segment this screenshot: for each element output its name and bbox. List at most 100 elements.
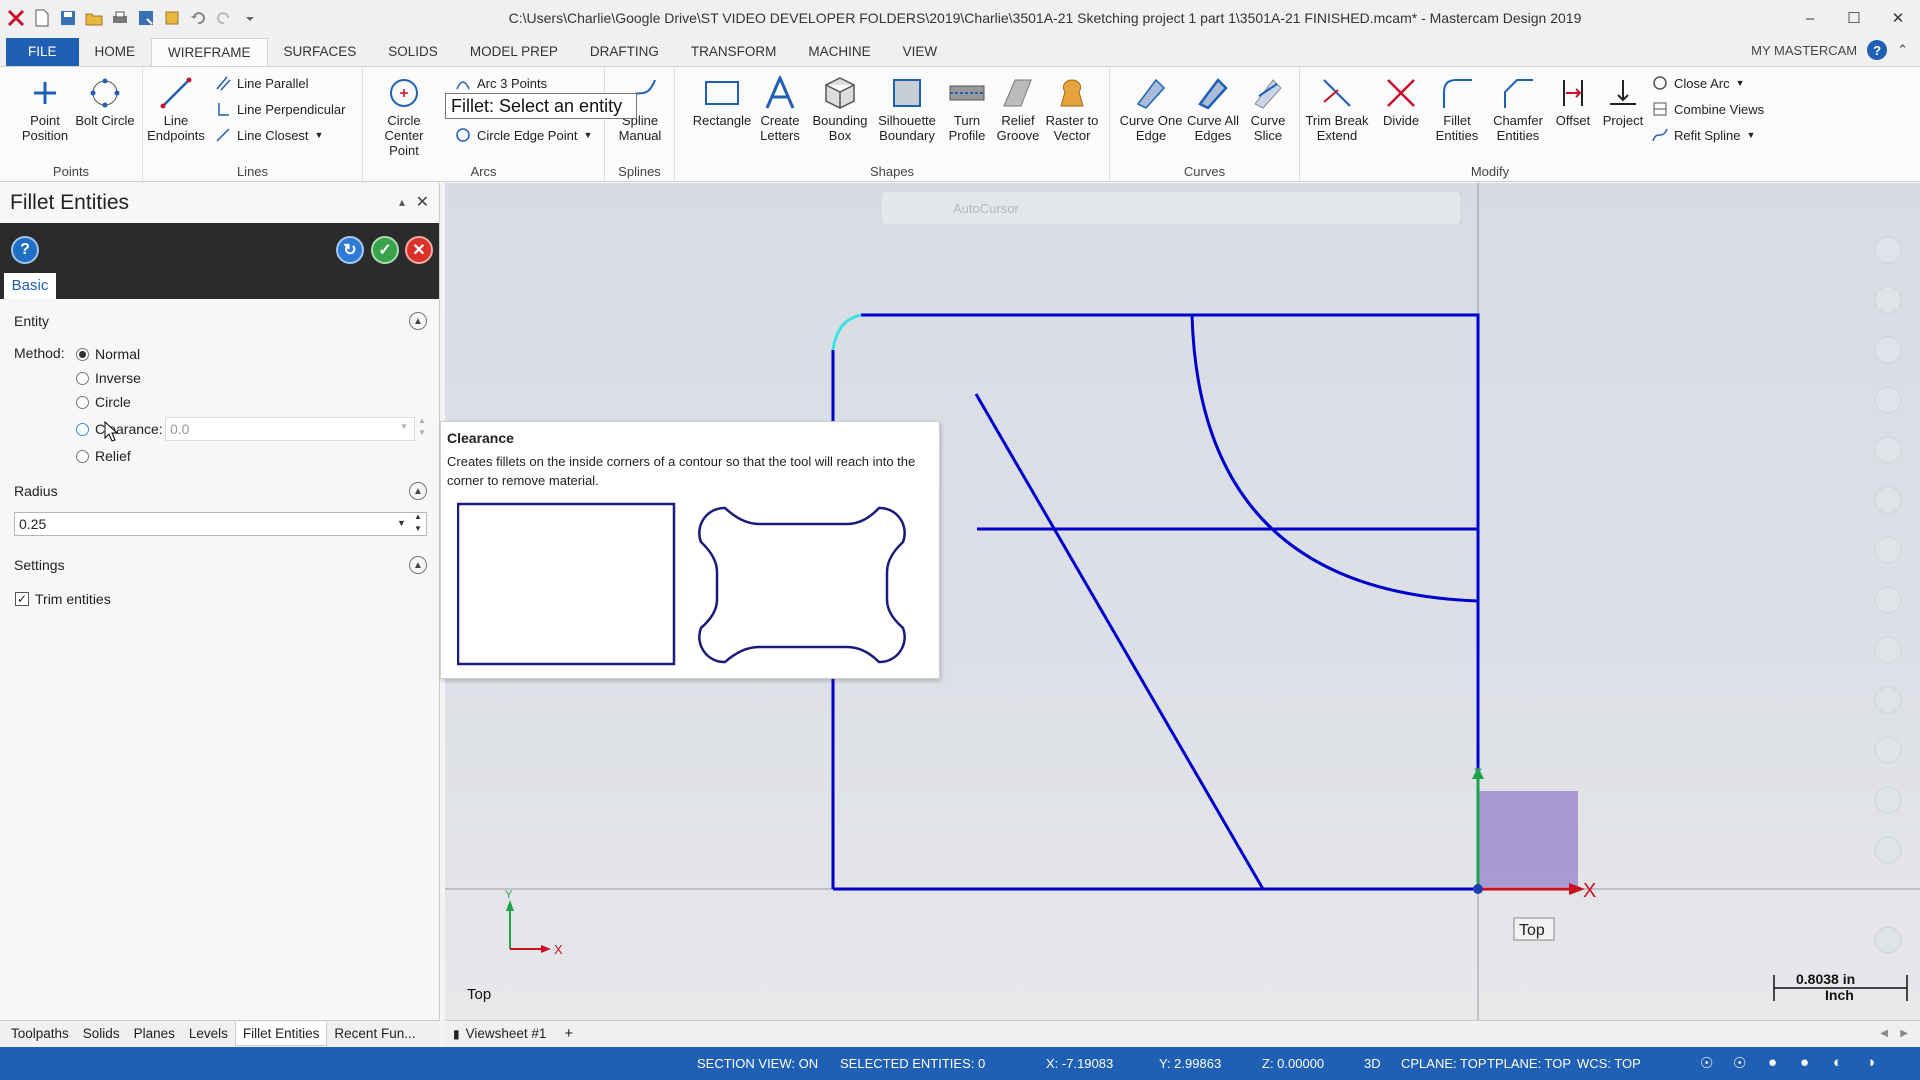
rectangle-button[interactable]: Rectangle (689, 73, 755, 128)
viewsheet-tab[interactable]: ▮ Viewsheet #1 (453, 1026, 546, 1041)
method-inverse-radio[interactable]: Inverse (76, 370, 141, 386)
entity-section-header[interactable]: Entity ▲ (0, 306, 439, 336)
point-position-button[interactable]: Point Position (12, 73, 78, 143)
levels-icon[interactable] (1874, 736, 1902, 764)
save-icon[interactable] (58, 8, 78, 28)
tab-file[interactable]: FILE (6, 38, 79, 66)
curve-slice-button[interactable]: Curve Slice (1235, 73, 1301, 143)
diagonal-line[interactable] (974, 393, 1265, 890)
method-relief-radio[interactable]: Relief (76, 448, 131, 464)
scroll-left-icon[interactable]: ◀ (1880, 1028, 1888, 1039)
bolt-circle-button[interactable]: Bolt Circle (72, 73, 138, 128)
dropdown-arrow-icon[interactable]: ▼ (400, 422, 408, 431)
tab-wireframe[interactable]: WIREFRAME (151, 38, 268, 66)
arc-3-points-button[interactable]: Arc 3 Points (455, 75, 547, 91)
panel-close-icon[interactable]: ✕ (416, 192, 429, 212)
fit-icon[interactable] (1874, 336, 1902, 364)
translucency-icon[interactable]: ◐ (1833, 1054, 1842, 1071)
tab-solids-manager[interactable]: Solids (76, 1022, 127, 1046)
customize-qat-icon[interactable] (240, 8, 260, 28)
undo-icon[interactable] (188, 8, 208, 28)
tab-fillet-entities[interactable]: Fillet Entities (234, 1021, 328, 1046)
raster-to-vector-button[interactable]: Raster to Vector (1039, 73, 1105, 143)
tab-toolpaths[interactable]: Toolpaths (4, 1022, 76, 1046)
tab-levels[interactable]: Levels (182, 1022, 235, 1046)
shade-icon[interactable] (1874, 586, 1902, 614)
tab-recent-functions[interactable]: Recent Fun... (327, 1022, 422, 1046)
display-options-icon[interactable]: ◑ (1866, 1054, 1875, 1071)
pan-icon[interactable] (1874, 436, 1902, 464)
redo-icon[interactable] (214, 8, 234, 28)
new-file-icon[interactable] (32, 8, 52, 28)
trim-entities-checkbox[interactable]: ✓ Trim entities (15, 591, 111, 607)
circle-edge-point-button[interactable]: Circle Edge Point ▼ (455, 127, 592, 143)
settings-section-header[interactable]: Settings ▲ (0, 550, 439, 580)
tab-solids[interactable]: SOLIDS (372, 38, 454, 66)
settings-gear-icon[interactable] (1874, 836, 1902, 864)
zoom-in-icon[interactable] (1874, 236, 1902, 264)
tab-view[interactable]: VIEW (887, 38, 954, 66)
circle-center-point-button[interactable]: Circle Center Point (371, 73, 437, 158)
tab-home[interactable]: HOME (79, 38, 152, 66)
measure-icon[interactable] (1874, 486, 1902, 514)
close-icon[interactable]: ✕ (1876, 0, 1920, 36)
help-icon[interactable]: ? (1867, 40, 1888, 60)
mode-3d-toggle[interactable]: 3D (1364, 1056, 1381, 1071)
method-circle-radio[interactable]: Circle (76, 394, 131, 410)
tab-basic[interactable]: Basic (4, 273, 56, 299)
sphere-icon[interactable]: ● (1800, 1054, 1809, 1071)
scroll-right-icon[interactable]: ▶ (1900, 1028, 1908, 1039)
tab-transform[interactable]: TRANSFORM (675, 38, 793, 66)
method-normal-radio[interactable]: Normal (76, 346, 140, 362)
close-arc-button[interactable]: Close Arc ▼ (1652, 75, 1745, 91)
add-viewsheet-icon[interactable]: + (564, 1025, 573, 1042)
cplane-status[interactable]: CPLANE: TOP (1401, 1056, 1487, 1071)
tplane-status[interactable]: TPLANE: TOP (1487, 1056, 1571, 1071)
refit-spline-button[interactable]: Refit Spline ▼ (1652, 127, 1755, 143)
ok-and-create-new-icon[interactable]: ↻ (336, 236, 364, 264)
tab-surfaces[interactable]: SURFACES (268, 38, 373, 66)
globe-wire-icon[interactable]: ☉ (1733, 1054, 1746, 1072)
curve-one-edge-button[interactable]: Curve One Edge (1118, 73, 1184, 143)
bounding-box-button[interactable]: Bounding Box (807, 73, 873, 143)
wireframe-icon[interactable] (1874, 636, 1902, 664)
open-folder-icon[interactable] (84, 8, 104, 28)
help-icon[interactable]: ? (11, 236, 39, 264)
layers-icon[interactable] (1874, 786, 1902, 814)
properties-icon[interactable] (162, 8, 182, 28)
collapse-up-icon[interactable]: ▲ (409, 556, 427, 574)
fillet-entities-button[interactable]: Fillet Entities (1424, 73, 1490, 143)
mastercam-logo-icon[interactable] (6, 8, 26, 28)
globe-icon[interactable]: ☉ (1700, 1054, 1713, 1072)
radius-section-header[interactable]: Radius ▲ (0, 476, 439, 506)
line-endpoints-button[interactable]: Line Endpoints (143, 73, 209, 143)
line-parallel-button[interactable]: Line Parallel (215, 75, 309, 91)
section-view-status[interactable]: SECTION VIEW: ON (697, 1056, 818, 1071)
collapse-ribbon-icon[interactable]: ⌃ (1897, 42, 1908, 58)
maximize-icon[interactable]: ☐ (1832, 0, 1876, 36)
pin-icon[interactable]: ▴ (399, 195, 405, 209)
create-letters-button[interactable]: Create Letters (747, 73, 813, 143)
radius-dropdown-icon[interactable]: ▼ (397, 518, 406, 528)
collapse-up-icon[interactable]: ▲ (409, 312, 427, 330)
spinner-icon[interactable]: ▲ ▼ (418, 415, 426, 439)
selected-entities-status[interactable]: SELECTED ENTITIES: 0 (840, 1056, 985, 1071)
my-mastercam-link[interactable]: MY MASTERCAM (1751, 43, 1857, 58)
tab-machine[interactable]: MACHINE (792, 38, 886, 66)
fillet-preview-arc[interactable] (831, 313, 862, 351)
combine-views-button[interactable]: Combine Views (1652, 101, 1764, 117)
arc-curve[interactable] (1190, 314, 1479, 603)
ok-check-icon[interactable]: ✓ (371, 236, 399, 264)
silhouette-boundary-button[interactable]: Silhouette Boundary (874, 73, 940, 143)
trim-break-extend-button[interactable]: Trim Break Extend (1304, 73, 1370, 143)
zoom-out-icon[interactable] (1874, 286, 1902, 314)
planes-icon[interactable] (1874, 686, 1902, 714)
minimize-icon[interactable]: – (1788, 0, 1832, 36)
wcs-status[interactable]: WCS: TOP (1577, 1056, 1641, 1071)
rotate-icon[interactable] (1874, 386, 1902, 414)
collapse-up-icon[interactable]: ▲ (409, 482, 427, 500)
radius-spinner-icon[interactable]: ▲ ▼ (414, 511, 422, 535)
line-closest-button[interactable]: Line Closest ▼ (215, 127, 323, 143)
save-as-icon[interactable] (136, 8, 156, 28)
print-icon[interactable] (110, 8, 130, 28)
